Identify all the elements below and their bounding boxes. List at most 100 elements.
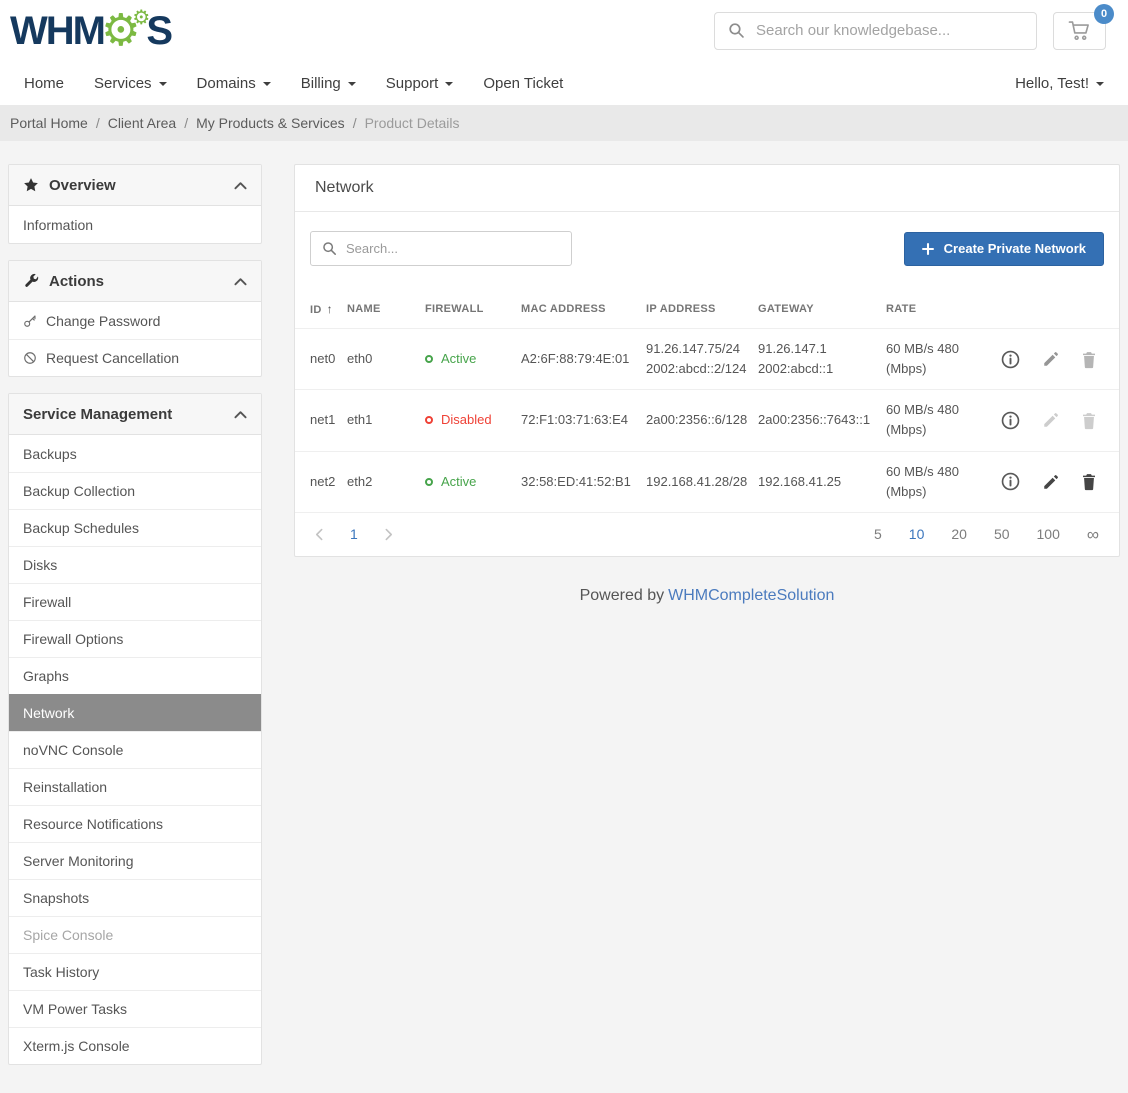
page-number[interactable]: 1 — [350, 526, 358, 542]
column-header-gateway[interactable]: GATEWAY — [758, 290, 886, 329]
edit-button[interactable] — [1042, 473, 1060, 491]
sidebar-item-firewall-options[interactable]: Firewall Options — [9, 620, 261, 657]
info-button[interactable] — [1000, 471, 1021, 492]
actions-panel-header[interactable]: Actions — [9, 261, 261, 302]
breadcrumb-current: Product Details — [365, 115, 460, 131]
cell-id: net0 — [295, 329, 347, 390]
chevron-up-icon — [234, 181, 247, 190]
next-page-button[interactable] — [385, 528, 393, 541]
caret-down-icon — [1096, 82, 1104, 86]
firewall-status-label: Active — [441, 349, 476, 369]
table-search-input[interactable] — [346, 241, 560, 256]
column-header-id[interactable]: ID↑ — [295, 290, 347, 329]
column-header-mac[interactable]: MAC ADDRESS — [521, 290, 646, 329]
column-header-actions — [988, 290, 1119, 329]
menu-item-label: Backups — [23, 446, 77, 462]
sidebar-item-request-cancellation[interactable]: Request Cancellation — [9, 339, 261, 376]
pencil-icon — [1042, 350, 1060, 368]
nav-domains[interactable]: Domains — [197, 75, 271, 92]
cart-button[interactable]: 0 — [1053, 12, 1106, 50]
create-private-network-button[interactable]: Create Private Network — [904, 232, 1104, 266]
nav-label: Home — [24, 75, 64, 92]
column-label: IP ADDRESS — [646, 303, 716, 315]
sidebar-item-resource-notifications[interactable]: Resource Notifications — [9, 805, 261, 842]
menu-item-label: Firewall — [23, 594, 71, 610]
breadcrumb-client-area[interactable]: Client Area — [108, 115, 176, 131]
sidebar-item-novnc-console[interactable]: noVNC Console — [9, 731, 261, 768]
chevron-up-icon — [234, 277, 247, 286]
pencil-icon — [1042, 473, 1060, 491]
nav-label: Open Ticket — [483, 75, 563, 92]
nav-open-ticket[interactable]: Open Ticket — [483, 75, 563, 92]
edit-button[interactable] — [1042, 350, 1060, 368]
main-content: Network Create Private Network — [294, 164, 1120, 605]
sidebar-item-vm-power-tasks[interactable]: VM Power Tasks — [9, 990, 261, 1027]
status-circle-icon — [425, 355, 433, 363]
delete-button[interactable] — [1081, 472, 1097, 491]
sidebar-item-change-password[interactable]: Change Password — [9, 302, 261, 339]
sidebar-item-server-monitoring[interactable]: Server Monitoring — [9, 842, 261, 879]
menu-item-label: Network — [23, 705, 74, 721]
delete-button[interactable] — [1081, 350, 1097, 369]
sidebar-item-task-history[interactable]: Task History — [9, 953, 261, 990]
nav-home[interactable]: Home — [24, 75, 64, 92]
column-header-ip[interactable]: IP ADDRESS — [646, 290, 758, 329]
wrench-icon — [23, 273, 39, 289]
page-size-100[interactable]: 100 — [1037, 526, 1060, 542]
sidebar-item-backup-collection[interactable]: Backup Collection — [9, 472, 261, 509]
user-menu[interactable]: Hello, Test! — [1015, 75, 1104, 92]
page-body: Overview Information Actions Change Pass… — [0, 141, 1128, 1093]
nav-support[interactable]: Support — [386, 75, 454, 92]
sidebar-item-backups[interactable]: Backups — [9, 435, 261, 472]
cell-name: eth2 — [347, 451, 425, 512]
row-actions — [988, 349, 1111, 370]
sidebar-item-snapshots[interactable]: Snapshots — [9, 879, 261, 916]
page-size-5[interactable]: 5 — [874, 526, 882, 542]
whmcs-logo[interactable]: WHM ⚙ ⚙ S — [10, 9, 171, 53]
sidebar-item-network[interactable]: Network — [9, 694, 261, 731]
nav-services[interactable]: Services — [94, 75, 167, 92]
breadcrumb-my-products[interactable]: My Products & Services — [196, 115, 345, 131]
column-header-rate[interactable]: RATE — [886, 290, 988, 329]
info-button[interactable] — [1000, 349, 1021, 370]
sidebar-item-backup-schedules[interactable]: Backup Schedules — [9, 509, 261, 546]
sidebar-item-reinstallation[interactable]: Reinstallation — [9, 768, 261, 805]
page-size-unlimited[interactable]: ∞ — [1087, 526, 1099, 543]
sidebar-item-xterm-js-console[interactable]: Xterm.js Console — [9, 1027, 261, 1064]
knowledgebase-search — [714, 12, 1037, 50]
page-size-50[interactable]: 50 — [994, 526, 1010, 542]
overview-panel-header[interactable]: Overview — [9, 165, 261, 206]
sidebar-item-information[interactable]: Information — [9, 206, 261, 243]
whmcompletesolution-link[interactable]: WHMCompleteSolution — [668, 587, 834, 604]
column-header-firewall[interactable]: FIREWALL — [425, 290, 521, 329]
page-size-10[interactable]: 10 — [909, 526, 925, 542]
delete-button[interactable] — [1081, 411, 1097, 430]
row-actions — [988, 471, 1111, 492]
sidebar-item-disks[interactable]: Disks — [9, 546, 261, 583]
prev-page-button[interactable] — [315, 528, 323, 541]
star-icon — [23, 177, 39, 193]
menu-item-label: Reinstallation — [23, 779, 107, 795]
sidebar-item-graphs[interactable]: Graphs — [9, 657, 261, 694]
cell-gateway: 192.168.41.25 — [758, 451, 886, 512]
column-label: GATEWAY — [758, 303, 814, 315]
actions-panel: Actions Change Password Request Cancella… — [8, 260, 262, 377]
nav-billing[interactable]: Billing — [301, 75, 356, 92]
breadcrumb-portal-home[interactable]: Portal Home — [10, 115, 88, 131]
sidebar-item-firewall[interactable]: Firewall — [9, 583, 261, 620]
table-pagination: 1 5 10 20 50 100 ∞ — [295, 512, 1119, 556]
caret-down-icon — [159, 82, 167, 86]
network-card: Network Create Private Network — [294, 164, 1120, 557]
knowledgebase-search-input[interactable] — [756, 22, 1023, 39]
sidebar-item-spice-console[interactable]: Spice Console — [9, 916, 261, 953]
info-button[interactable] — [1000, 410, 1021, 431]
service-management-panel-header[interactable]: Service Management — [9, 394, 261, 435]
menu-item-label: Xterm.js Console — [23, 1038, 130, 1054]
info-icon — [1000, 471, 1021, 492]
column-header-name[interactable]: NAME — [347, 290, 425, 329]
cell-firewall: Active — [425, 451, 521, 512]
column-label: FIREWALL — [425, 303, 484, 315]
edit-button[interactable] — [1042, 411, 1060, 429]
page-size-20[interactable]: 20 — [951, 526, 967, 542]
small-gear-icon: ⚙ — [132, 7, 150, 27]
